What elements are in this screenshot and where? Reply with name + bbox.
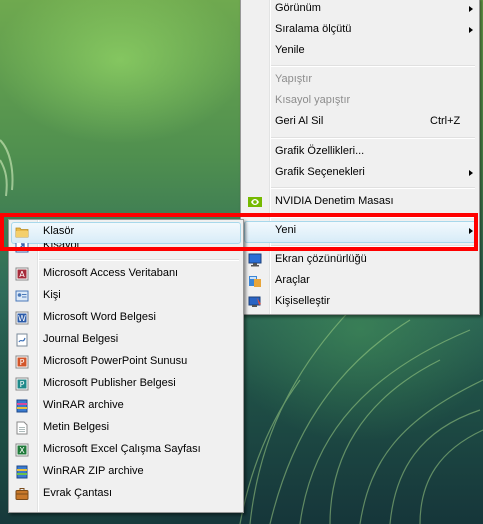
submenu-item-journal-document[interactable]: Journal Belgesi — [11, 329, 241, 351]
svg-text:P: P — [20, 358, 25, 367]
submenu-item-contact[interactable]: Kişi — [11, 285, 241, 307]
submenu-item-label: Klasör — [43, 225, 75, 237]
menu-item-new[interactable]: Yeni — [243, 220, 477, 242]
menu-item-label: Yenile — [275, 44, 305, 56]
submenu-item-shortcut[interactable]: Kısayol — [11, 243, 241, 257]
menu-separator — [271, 137, 475, 139]
submenu-item-label: Journal Belgesi — [43, 333, 119, 345]
submenu-item-label: Kişi — [43, 289, 61, 301]
menu-item-label: Grafik Seçenekleri — [275, 166, 365, 178]
svg-text:W: W — [18, 314, 26, 323]
menu-item-undo-delete[interactable]: Geri Al Sil Ctrl+Z — [243, 111, 477, 133]
submenu-item-access-database[interactable]: A Microsoft Access Veritabanı — [11, 263, 241, 285]
menu-item-shortcut: Ctrl+Z — [430, 115, 461, 127]
briefcase-icon — [15, 488, 29, 500]
publisher-icon: P — [15, 377, 29, 391]
svg-text:P: P — [20, 380, 25, 389]
submenu-arrow-icon — [469, 170, 473, 176]
submenu-item-excel-worksheet[interactable]: X Microsoft Excel Çalışma Sayfası — [11, 439, 241, 461]
winrar-zip-icon — [16, 465, 28, 479]
submenu-item-label: WinRAR archive — [43, 399, 124, 411]
contact-icon — [15, 290, 29, 302]
menu-item-personalize[interactable]: Kişiselleştir — [243, 291, 477, 313]
new-submenu: Klasör Kısayol A Microsoft Access Verita… — [8, 219, 244, 513]
menu-item-label: Araçlar — [275, 274, 310, 286]
menu-item-tools[interactable]: Araçlar — [243, 270, 477, 292]
winrar-icon — [16, 399, 28, 413]
menu-item-view[interactable]: Görünüm — [243, 0, 477, 20]
menu-item-nvidia-control-panel[interactable]: NVIDIA Denetim Masası — [243, 191, 477, 213]
journal-icon — [16, 333, 28, 347]
menu-item-screen-resolution[interactable]: Ekran çözünürlüğü — [243, 249, 477, 271]
submenu-item-winrar-archive[interactable]: WinRAR archive — [11, 395, 241, 417]
menu-separator — [271, 216, 475, 218]
menu-item-label: Yapıştır — [275, 73, 313, 85]
submenu-arrow-icon — [469, 228, 473, 234]
submenu-item-briefcase[interactable]: Evrak Çantası — [11, 483, 241, 505]
display-icon — [248, 253, 262, 267]
menu-item-label: Geri Al Sil — [275, 115, 324, 127]
nvidia-icon — [248, 197, 262, 207]
svg-text:X: X — [19, 446, 25, 455]
menu-separator — [271, 245, 475, 247]
submenu-item-label: Microsoft PowerPoint Sunusu — [43, 355, 188, 367]
submenu-item-label: Microsoft Excel Çalışma Sayfası — [43, 443, 201, 455]
access-icon: A — [15, 267, 29, 281]
tools-icon — [249, 276, 261, 287]
text-document-icon — [16, 421, 28, 435]
menu-item-graphics-properties[interactable]: Grafik Özellikleri... — [243, 141, 477, 163]
submenu-item-label: Microsoft Publisher Belgesi — [43, 377, 176, 389]
submenu-item-publisher-document[interactable]: P Microsoft Publisher Belgesi — [11, 373, 241, 395]
submenu-item-label: Microsoft Word Belgesi — [43, 311, 156, 323]
submenu-arrow-icon — [469, 27, 473, 33]
shortcut-icon — [15, 243, 29, 253]
menu-item-sort-by[interactable]: Sıralama ölçütü — [243, 19, 477, 41]
submenu-item-label: Metin Belgesi — [43, 421, 110, 433]
menu-separator — [39, 259, 239, 261]
submenu-item-winrar-zip-archive[interactable]: WinRAR ZIP archive — [11, 461, 241, 483]
submenu-item-text-document[interactable]: Metin Belgesi — [11, 417, 241, 439]
desktop-context-menu: Görünüm Sıralama ölçütü Yenile Yapıştır … — [240, 0, 480, 315]
submenu-item-label: Kısayol — [43, 243, 80, 251]
menu-item-label: Görünüm — [275, 2, 321, 14]
personalize-icon — [248, 296, 261, 307]
submenu-item-label: Microsoft Access Veritabanı — [43, 267, 179, 279]
powerpoint-icon: P — [15, 355, 29, 369]
menu-item-paste-shortcut[interactable]: Kısayol yapıştır — [243, 90, 477, 112]
svg-text:A: A — [19, 270, 25, 279]
menu-item-label: Ekran çözünürlüğü — [275, 253, 367, 265]
menu-separator — [271, 65, 475, 67]
submenu-arrow-icon — [469, 6, 473, 12]
menu-item-label: NVIDIA Denetim Masası — [275, 195, 394, 207]
submenu-item-powerpoint-presentation[interactable]: P Microsoft PowerPoint Sunusu — [11, 351, 241, 373]
menu-separator — [271, 187, 475, 189]
menu-item-label: Kişiselleştir — [275, 295, 331, 307]
menu-item-label: Grafik Özellikleri... — [275, 145, 365, 157]
word-icon: W — [15, 311, 29, 325]
submenu-item-label: Evrak Çantası — [43, 487, 113, 499]
menu-item-label: Kısayol yapıştır — [275, 94, 351, 106]
menu-item-refresh[interactable]: Yenile — [243, 40, 477, 62]
excel-icon: X — [15, 443, 29, 457]
menu-item-graphics-options[interactable]: Grafik Seçenekleri — [243, 162, 477, 184]
menu-item-label: Sıralama ölçütü — [275, 23, 352, 35]
submenu-item-label: WinRAR ZIP archive — [43, 465, 144, 477]
submenu-item-folder[interactable]: Klasör — [11, 221, 241, 243]
folder-icon — [15, 227, 29, 238]
menu-item-paste[interactable]: Yapıştır — [243, 69, 477, 91]
submenu-item-word-document[interactable]: W Microsoft Word Belgesi — [11, 307, 241, 329]
menu-item-label: Yeni — [275, 224, 297, 236]
